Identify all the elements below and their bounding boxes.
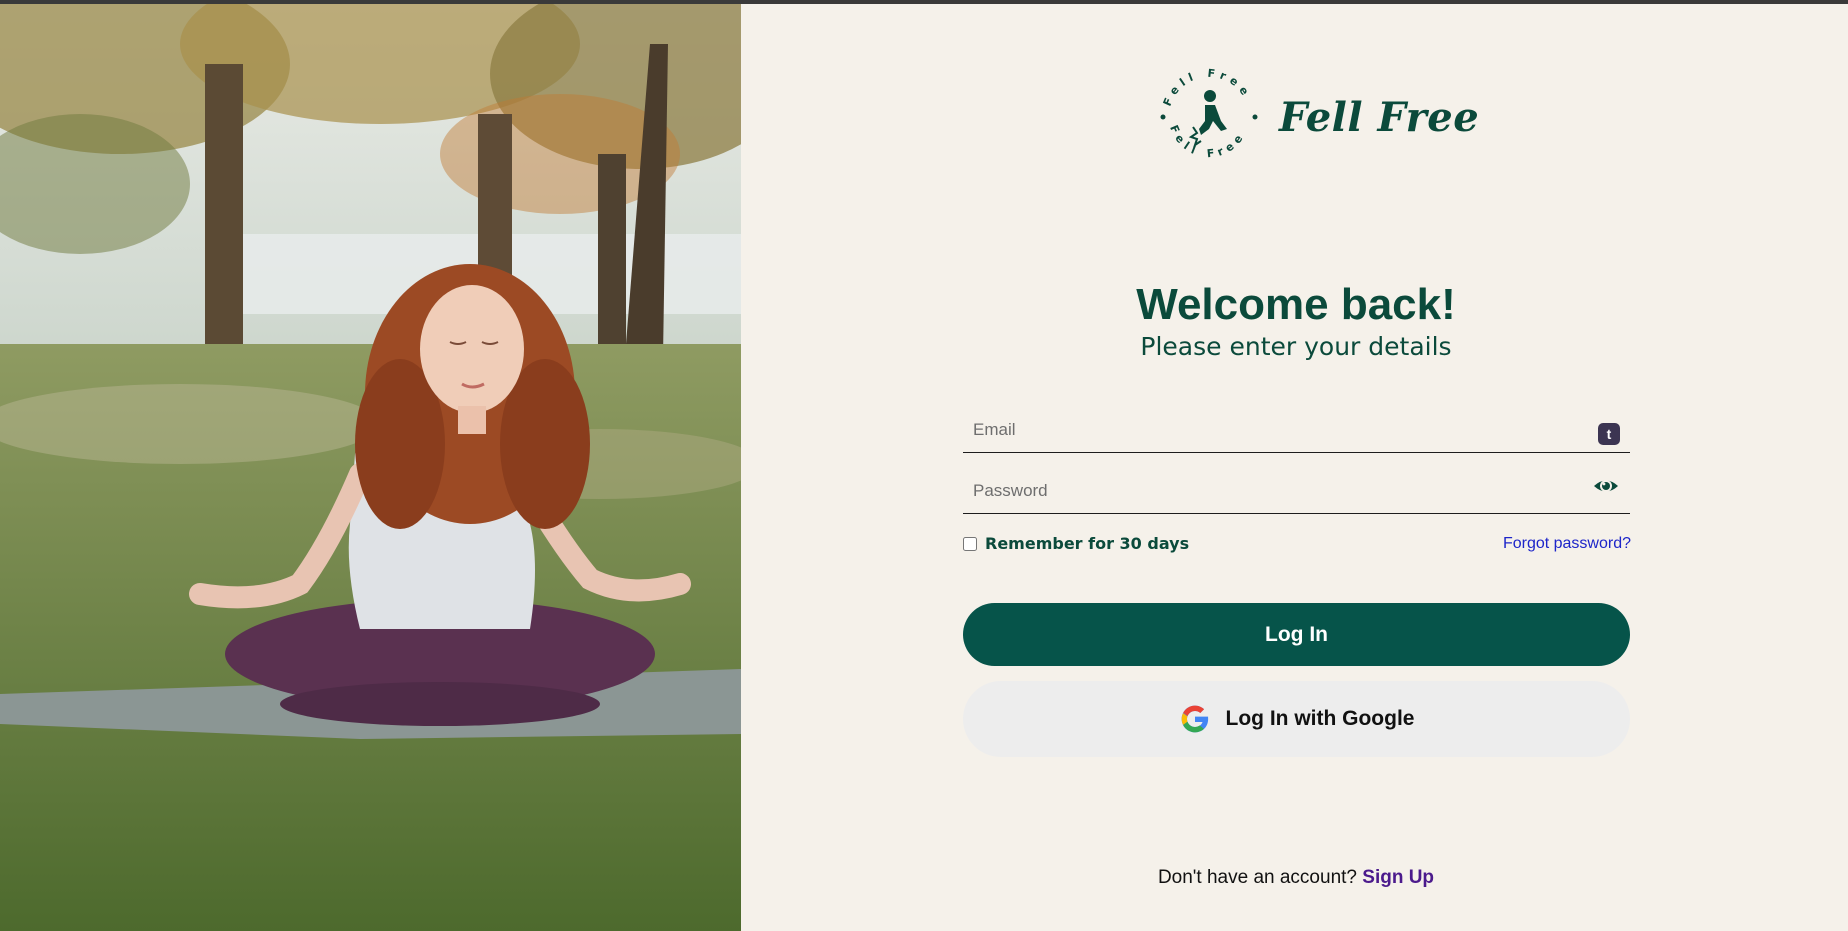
- login-panel: Fell Free Fell Free Fell Free Welcome ba…: [741, 4, 1848, 931]
- hero-photo: [0, 4, 741, 931]
- logo-ring-text: Fell Free: [1161, 67, 1249, 108]
- page-title: Welcome back!: [1136, 280, 1456, 329]
- google-login-label: Log In with Google: [1225, 707, 1415, 730]
- signup-text: Don't have an account?: [1157, 867, 1357, 888]
- forgot-password-link[interactable]: Forgot password?: [1481, 535, 1631, 553]
- email-field: t: [963, 409, 1630, 453]
- remember-checkbox[interactable]: [963, 536, 977, 551]
- brand-logo[interactable]: Fell Free Fell Free Fell Free: [1155, 62, 1479, 172]
- email-input[interactable]: [963, 409, 1563, 451]
- signup-prompt: Don't have an account? Sign Up: [741, 867, 1848, 889]
- meditation-illustration: [0, 4, 741, 931]
- brand-name: Fell Free: [1279, 93, 1480, 141]
- logo-emblem-icon: Fell Free Fell Free: [1160, 67, 1258, 160]
- svg-text:Fell Free: Fell Free: [1161, 67, 1254, 108]
- google-login-button[interactable]: Log In with Google: [963, 681, 1630, 757]
- remember-label[interactable]: Remember for 30 days: [985, 534, 1189, 553]
- extension-badge-icon[interactable]: t: [1598, 423, 1620, 445]
- remember-me: Remember for 30 days: [963, 534, 1189, 553]
- google-g-icon: [1181, 705, 1208, 733]
- login-button[interactable]: Log In: [963, 603, 1630, 666]
- password-input[interactable]: [963, 470, 1563, 512]
- password-field: [963, 470, 1630, 514]
- page-subtitle: Please enter your details: [1140, 332, 1452, 361]
- signup-link[interactable]: Sign Up: [1362, 867, 1434, 888]
- show-password-eye-icon[interactable]: [1592, 474, 1620, 498]
